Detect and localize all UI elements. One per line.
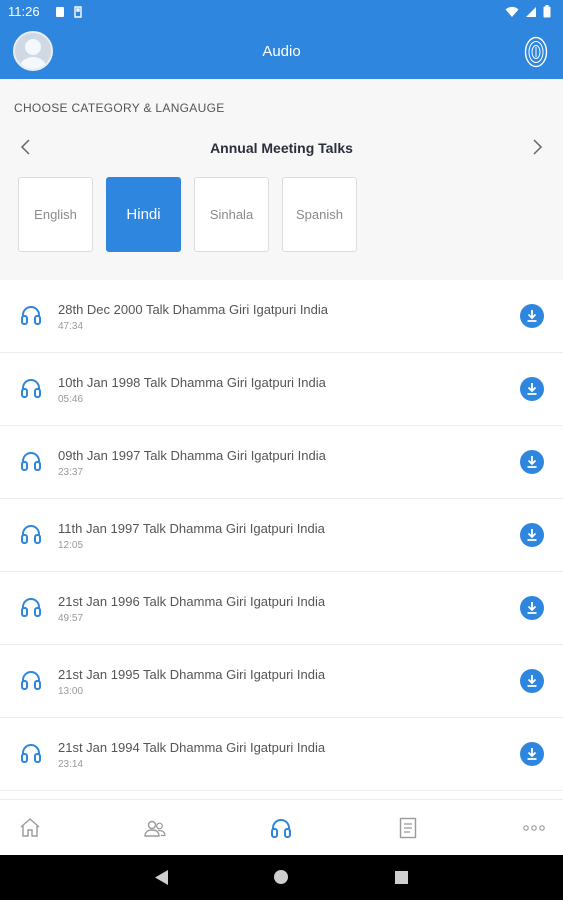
people-icon[interactable] <box>143 816 167 840</box>
download-icon[interactable] <box>520 450 544 474</box>
language-option-hindi[interactable]: Hindi <box>106 177 181 252</box>
document-icon[interactable] <box>396 816 420 840</box>
audio-duration: 05:46 <box>58 394 84 405</box>
list-item[interactable]: 21st Jan 1994 Talk Dhamma Giri Igatpuri … <box>0 718 563 791</box>
recent-apps-icon[interactable] <box>395 871 408 884</box>
wifi-icon <box>505 6 519 17</box>
download-icon[interactable] <box>520 304 544 328</box>
download-icon[interactable] <box>520 523 544 547</box>
back-icon[interactable] <box>155 870 169 885</box>
list-item[interactable]: 21st Jan 1995 Talk Dhamma Giri Igatpuri … <box>0 645 563 718</box>
language-option-english[interactable]: English <box>18 177 93 252</box>
signal-icon <box>526 6 536 17</box>
audio-list: 28th Dec 2000 Talk Dhamma Giri Igatpuri … <box>0 280 563 791</box>
home-icon[interactable] <box>18 816 42 840</box>
notification-icon <box>56 7 64 17</box>
audio-duration: 47:34 <box>58 321 84 332</box>
bottom-nav <box>0 799 563 855</box>
status-bar: 11:26 <box>0 0 563 24</box>
system-nav-bar <box>0 855 563 900</box>
headphones-icon <box>21 379 41 398</box>
battery-icon <box>543 5 551 18</box>
audio-duration: 23:14 <box>58 759 84 770</box>
audio-title: 09th Jan 1997 Talk Dhamma Giri Igatpuri … <box>58 448 326 463</box>
language-selector: English Hindi Sinhala Spanish <box>18 177 357 252</box>
status-left-icons <box>55 6 83 18</box>
sd-card-icon <box>74 6 82 18</box>
headphones-icon <box>21 306 41 325</box>
status-right-icons <box>505 5 551 18</box>
headphones-icon <box>21 671 41 690</box>
audio-duration: 13:00 <box>58 686 84 697</box>
section-label: CHOOSE CATEGORY & LANGAUGE <box>14 101 225 115</box>
headphones-icon <box>21 525 41 544</box>
download-icon[interactable] <box>520 742 544 766</box>
audio-title: 21st Jan 1994 Talk Dhamma Giri Igatpuri … <box>58 740 326 755</box>
audio-title: 28th Dec 2000 Talk Dhamma Giri Igatpuri … <box>58 302 329 317</box>
list-item[interactable]: 11th Jan 1997 Talk Dhamma Giri Igatpuri … <box>0 499 563 572</box>
category-title: Annual Meeting Talks <box>210 140 353 156</box>
status-time: 11:26 <box>8 4 40 19</box>
more-icon[interactable] <box>522 816 546 840</box>
audio-title: 11th Jan 1997 Talk Dhamma Giri Igatpuri … <box>58 521 325 536</box>
headphones-icon <box>21 744 41 763</box>
download-icon[interactable] <box>520 377 544 401</box>
audio-duration: 23:37 <box>58 467 84 478</box>
language-option-sinhala[interactable]: Sinhala <box>194 177 269 252</box>
page-title: Audio <box>262 43 301 60</box>
audio-title: 21st Jan 1995 Talk Dhamma Giri Igatpuri … <box>58 667 326 682</box>
headphones-icon[interactable] <box>269 816 293 840</box>
download-icon[interactable] <box>520 669 544 693</box>
language-option-spanish[interactable]: Spanish <box>282 177 357 252</box>
list-item[interactable]: 21st Jan 1996 Talk Dhamma Giri Igatpuri … <box>0 572 563 645</box>
list-item[interactable]: 28th Dec 2000 Talk Dhamma Giri Igatpuri … <box>0 280 563 353</box>
list-item[interactable]: 10th Jan 1998 Talk Dhamma Giri Igatpuri … <box>0 353 563 426</box>
headphones-icon <box>21 598 41 617</box>
headphones-icon <box>21 452 41 471</box>
audio-duration: 49:57 <box>58 613 84 624</box>
category-section: CHOOSE CATEGORY & LANGAUGE Annual Meetin… <box>0 79 563 280</box>
list-item[interactable]: 09th Jan 1997 Talk Dhamma Giri Igatpuri … <box>0 426 563 499</box>
app-bar: Audio <box>0 24 563 79</box>
audio-title: 10th Jan 1998 Talk Dhamma Giri Igatpuri … <box>58 375 326 390</box>
home-button-icon[interactable] <box>274 870 288 884</box>
audio-duration: 12:05 <box>58 540 84 551</box>
chevron-right-icon[interactable] <box>529 138 545 156</box>
fingerprint-icon[interactable] <box>524 36 548 68</box>
download-icon[interactable] <box>520 596 544 620</box>
audio-title: 21st Jan 1996 Talk Dhamma Giri Igatpuri … <box>58 594 326 609</box>
